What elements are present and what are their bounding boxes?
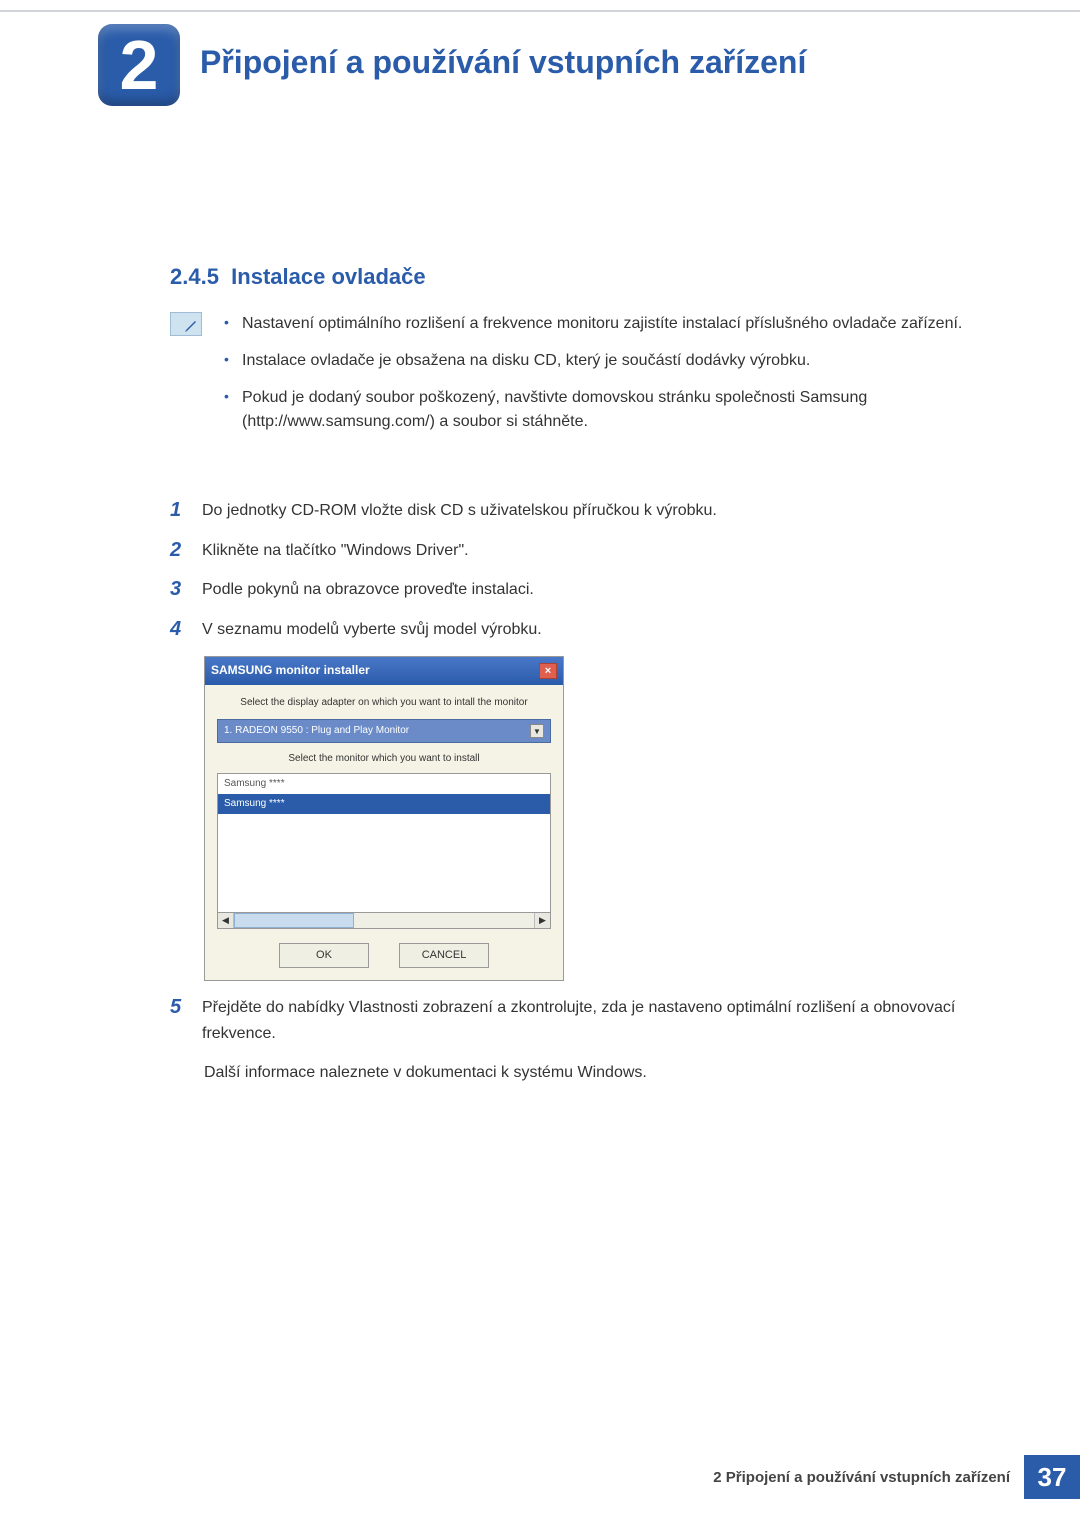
footer-page-number: 37 (1024, 1455, 1080, 1499)
step-number: 3 (170, 577, 188, 601)
cancel-button[interactable]: CANCEL (399, 943, 489, 969)
installer-scrollbar[interactable]: ◀ ▶ (217, 913, 551, 929)
note-list: Nastavení optimálního rozlišení a frekve… (220, 312, 984, 447)
installer-titlebar: SAMSUNG monitor installer × (205, 657, 563, 684)
installer-body: Select the display adapter on which you … (205, 685, 563, 981)
step-number: 1 (170, 498, 188, 522)
scroll-track[interactable] (234, 913, 534, 928)
scroll-thumb[interactable] (234, 913, 354, 928)
list-item[interactable]: Samsung **** (218, 774, 550, 794)
step-number: 2 (170, 538, 188, 562)
step-number: 5 (170, 995, 188, 1019)
scroll-right-icon[interactable]: ▶ (534, 913, 550, 928)
step-text: Do jednotky CD-ROM vložte disk CD s uživ… (202, 498, 984, 524)
section-number: 2.4.5 (170, 264, 219, 289)
note-block: Nastavení optimálního rozlišení a frekve… (170, 312, 984, 447)
installer-dialog: SAMSUNG monitor installer × Select the d… (204, 656, 564, 981)
page-footer: 2 Připojení a používání vstupních zaříze… (713, 1455, 1080, 1499)
step-extra-text: Další informace naleznete v dokumentaci … (204, 1060, 984, 1086)
step-row: 2 Klikněte na tlačítko "Windows Driver". (170, 538, 984, 564)
step-row: 1 Do jednotky CD-ROM vložte disk CD s už… (170, 498, 984, 524)
scroll-left-icon[interactable]: ◀ (218, 913, 234, 928)
chapter-number: 2 (120, 30, 159, 100)
ok-button[interactable]: OK (279, 943, 369, 969)
chapter-badge: 2 (98, 24, 180, 106)
close-icon[interactable]: × (539, 663, 557, 679)
step-text: V seznamu modelů vyberte svůj model výro… (202, 617, 984, 643)
step-text: Klikněte na tlačítko "Windows Driver". (202, 538, 984, 564)
step-row: 3 Podle pokynů na obrazovce proveďte ins… (170, 577, 984, 603)
chapter-title: Připojení a používání vstupních zařízení (200, 44, 806, 81)
installer-title: SAMSUNG monitor installer (211, 661, 370, 680)
installer-monitor-label: Select the monitor which you want to ins… (217, 751, 551, 767)
installer-monitor-list[interactable]: Samsung **** Samsung **** (217, 773, 551, 913)
list-item[interactable]: Samsung **** (218, 794, 550, 814)
footer-chapter-text: 2 Připojení a používání vstupních zaříze… (713, 1469, 1010, 1486)
chevron-down-icon[interactable]: ▼ (530, 724, 544, 738)
step-number: 4 (170, 617, 188, 641)
section-title: Instalace ovladače (231, 264, 425, 289)
steps-block: 1 Do jednotky CD-ROM vložte disk CD s už… (170, 498, 984, 1086)
step-text: Přejděte do nabídky Vlastnosti zobrazení… (202, 995, 984, 1046)
installer-adapter-label: Select the display adapter on which you … (217, 695, 551, 711)
step-row: 5 Přejděte do nabídky Vlastnosti zobraze… (170, 995, 984, 1046)
installer-adapter-combo[interactable]: 1. RADEON 9550 : Plug and Play Monitor ▼ (217, 719, 551, 743)
note-icon (170, 312, 202, 336)
note-item: Pokud je dodaný soubor poškozený, navšti… (220, 386, 984, 436)
note-item: Nastavení optimálního rozlišení a frekve… (220, 312, 984, 337)
note-item: Instalace ovladače je obsažena na disku … (220, 349, 984, 374)
top-divider (0, 10, 1080, 12)
section-heading: 2.4.5 Instalace ovladače (170, 264, 426, 290)
step-text: Podle pokynů na obrazovce proveďte insta… (202, 577, 984, 603)
installer-buttons: OK CANCEL (217, 943, 551, 969)
step-row: 4 V seznamu modelů vyberte svůj model vý… (170, 617, 984, 643)
installer-adapter-value: 1. RADEON 9550 : Plug and Play Monitor (224, 723, 409, 739)
